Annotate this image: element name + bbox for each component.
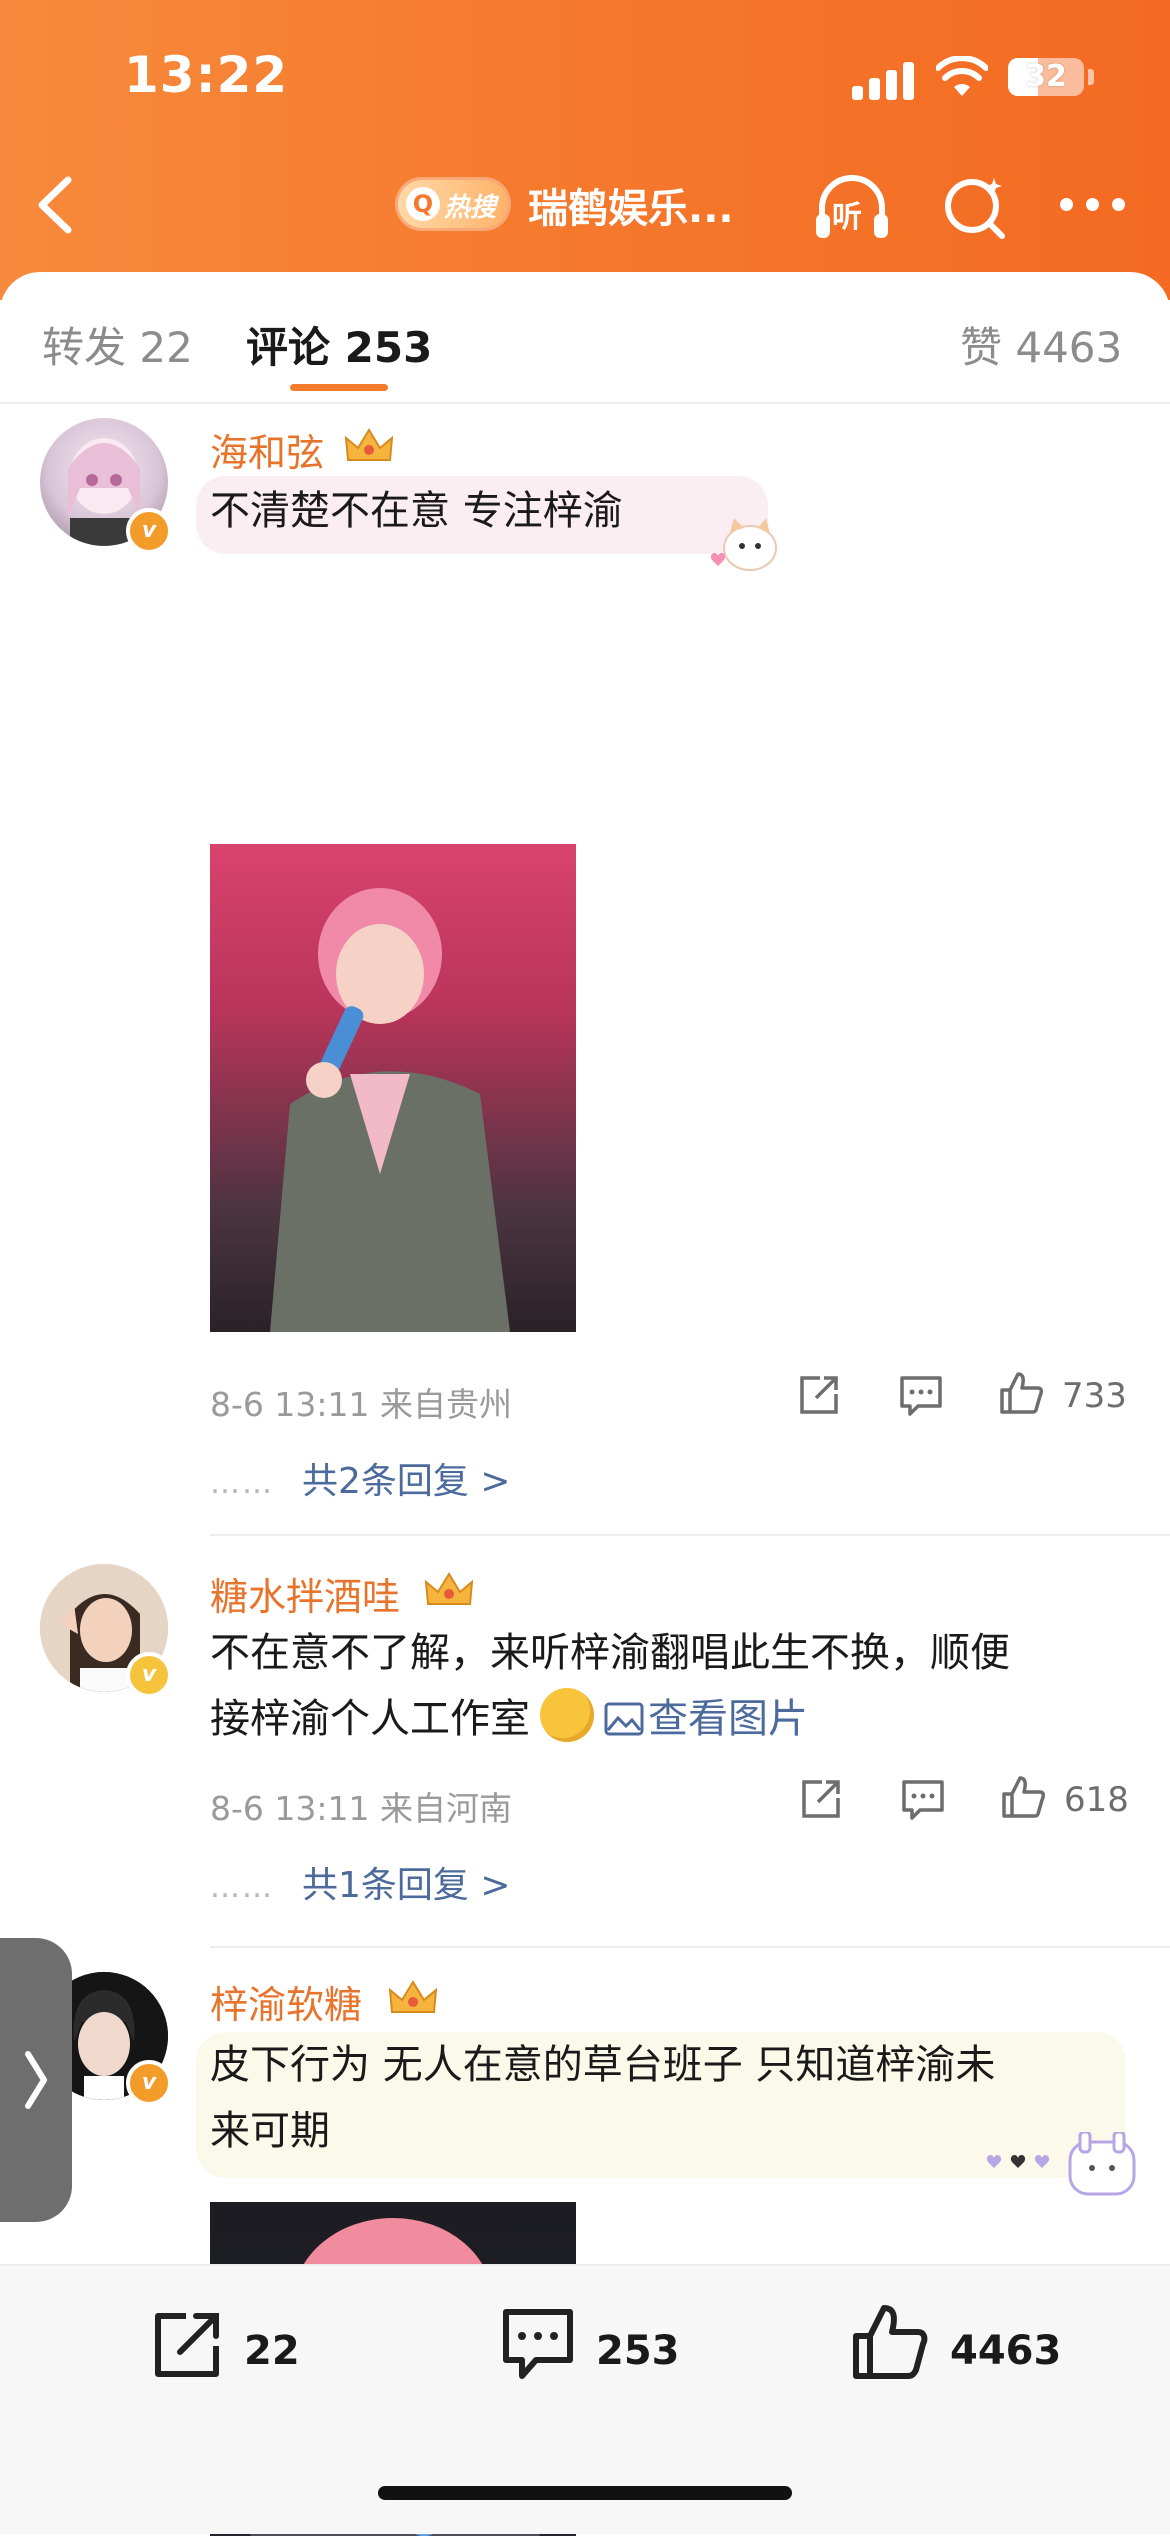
replies-label: 共2条回复 > bbox=[302, 1461, 511, 1502]
verified-badge-icon: v bbox=[126, 508, 172, 554]
nav-bar: Q 热搜 瑞鹤娱乐... 听 bbox=[0, 150, 1170, 260]
grin-emoji-icon bbox=[540, 1688, 594, 1742]
share-icon[interactable] bbox=[796, 1372, 842, 1418]
tab-bar: 转发 22 评论 253 赞 4463 bbox=[0, 272, 1170, 404]
wifi-icon bbox=[936, 56, 988, 96]
replies-label: 共1条回复 > bbox=[302, 1865, 511, 1906]
status-bar: 13:22 32 bbox=[0, 0, 1170, 150]
comment-text: 不在意不了解，来听梓渝翻唱此生不换，顺便 接梓渝个人工作室 查看图片 bbox=[210, 1620, 1130, 1760]
like-button[interactable]: 4463 bbox=[850, 2305, 1070, 2396]
like-icon[interactable] bbox=[998, 1370, 1044, 1416]
repost-button[interactable]: 22 bbox=[150, 2306, 310, 2396]
more-button[interactable] bbox=[1058, 190, 1128, 220]
comment-icon bbox=[503, 2309, 573, 2379]
page-title[interactable]: 瑞鹤娱乐... bbox=[528, 176, 734, 234]
comment-icon[interactable] bbox=[898, 1372, 944, 1418]
verified-badge-icon: v bbox=[126, 1652, 172, 1698]
crown-icon bbox=[388, 1980, 438, 2013]
view-image-label: 查看图片 bbox=[648, 1696, 808, 1742]
share-icon[interactable] bbox=[798, 1776, 844, 1822]
repost-count: 22 bbox=[244, 2328, 300, 2374]
like-icon[interactable] bbox=[1000, 1774, 1046, 1820]
comment-meta: 8-6 13:11 来自贵州 bbox=[210, 1385, 512, 1424]
image-icon bbox=[604, 1702, 644, 1736]
dots: …… bbox=[210, 1870, 274, 1905]
tab-divider bbox=[0, 402, 1170, 404]
listen-label: 听 bbox=[832, 200, 862, 235]
verified-badge-icon: v bbox=[126, 2060, 172, 2106]
side-expand-tab[interactable] bbox=[0, 1938, 72, 2222]
hot-search-label: 热搜 bbox=[444, 193, 497, 223]
photo-content bbox=[270, 888, 510, 1332]
listen-button[interactable]: 听 bbox=[812, 168, 892, 244]
view-image-link[interactable]: 查看图片 bbox=[604, 1696, 808, 1742]
crown-icon bbox=[424, 1572, 474, 1605]
comment-icon[interactable] bbox=[900, 1776, 946, 1822]
cellular-signal-icon bbox=[852, 60, 916, 100]
comments-panel: 转发 22 评论 253 赞 4463 v 海和弦 不清楚不在意 专注梓渝 8-… bbox=[0, 272, 1170, 2536]
active-tab-indicator bbox=[290, 384, 388, 391]
comment-button[interactable]: 253 bbox=[500, 2306, 700, 2396]
comment-text-line: 接梓渝个人工作室 查看图片 bbox=[210, 1686, 1130, 1752]
comment-divider bbox=[210, 1946, 1170, 1948]
battery-icon: 32 bbox=[1008, 58, 1084, 96]
username[interactable]: 梓渝软糖 bbox=[210, 1974, 362, 2029]
view-replies-link[interactable]: …… 共1条回复 > bbox=[210, 1856, 511, 1908]
comment-meta: 8-6 13:11 来自河南 bbox=[210, 1789, 512, 1828]
crown-icon bbox=[344, 428, 394, 461]
comment-text: 皮下行为 无人在意的草台班子 只知道梓渝未 来可期 bbox=[210, 2032, 1110, 2164]
hot-search-badge[interactable]: Q 热搜 bbox=[398, 180, 508, 228]
tab-comments[interactable]: 评论 253 bbox=[246, 314, 432, 375]
like-count: 733 bbox=[1062, 1376, 1127, 1416]
battery-nub bbox=[1088, 69, 1094, 85]
tab-repost[interactable]: 转发 22 bbox=[42, 314, 193, 375]
username[interactable]: 海和弦 bbox=[210, 422, 324, 477]
comment-photo[interactable] bbox=[210, 844, 576, 1332]
comment-text: 不清楚不在意 专注梓渝 bbox=[210, 488, 623, 534]
chevron-right-icon bbox=[25, 2051, 47, 2109]
like-count: 4463 bbox=[950, 2328, 1062, 2374]
comment-divider bbox=[210, 1534, 1170, 1536]
comment-text-line: 皮下行为 无人在意的草台班子 只知道梓渝未 bbox=[210, 2042, 996, 2088]
home-indicator bbox=[378, 2486, 792, 2500]
username[interactable]: 糖水拌酒哇 bbox=[210, 1566, 400, 1621]
comment-count: 253 bbox=[596, 2328, 680, 2374]
search-button[interactable] bbox=[940, 172, 1010, 242]
like-count: 618 bbox=[1064, 1780, 1129, 1820]
comment-text-line-2: 接梓渝个人工作室 bbox=[210, 1696, 530, 1742]
comment-text-line: 不在意不了解，来听梓渝翻唱此生不换，顺便 bbox=[210, 1630, 1010, 1676]
view-replies-link[interactable]: …… 共2条回复 > bbox=[210, 1452, 511, 1504]
search-icon: Q bbox=[406, 187, 440, 221]
tab-likes[interactable]: 赞 4463 bbox=[960, 314, 1122, 375]
repost-icon bbox=[155, 2313, 219, 2377]
comment-text-line: 来可期 bbox=[210, 2108, 330, 2154]
dots: …… bbox=[210, 1466, 274, 1501]
back-button[interactable] bbox=[28, 170, 92, 240]
status-time: 13:22 bbox=[124, 46, 289, 104]
battery-level: 32 bbox=[1025, 59, 1067, 94]
like-icon bbox=[853, 2305, 928, 2379]
